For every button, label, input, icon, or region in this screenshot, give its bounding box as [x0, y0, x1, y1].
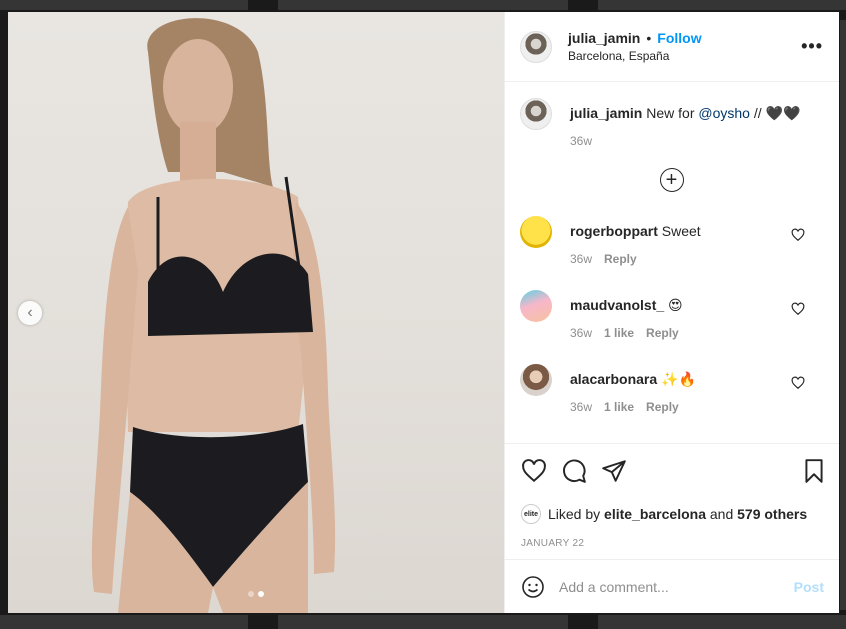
comment-text: Sweet — [661, 223, 701, 239]
share-paper-plane-icon[interactable] — [601, 458, 627, 484]
comment-age[interactable]: 36w — [570, 252, 592, 266]
comment-input[interactable] — [559, 578, 794, 595]
comment-text: ✨🔥 — [661, 371, 696, 387]
liker-avatar[interactable]: elite — [521, 504, 541, 524]
post-comment-button[interactable]: Post — [794, 579, 824, 595]
liker-username[interactable]: elite_barcelona — [604, 506, 706, 522]
author-avatar[interactable] — [520, 30, 552, 63]
comment-age[interactable]: 36w — [570, 326, 592, 340]
comment-age[interactable]: 36w — [570, 400, 592, 414]
post-sidebar: julia_jamin • Follow Barcelona, España •… — [504, 12, 839, 613]
caption-text-prefix: New for — [646, 105, 699, 121]
comment-reply-button[interactable]: Reply — [646, 400, 679, 414]
more-options-icon[interactable]: ••• — [801, 36, 823, 57]
post-date[interactable]: JANUARY 22 — [521, 538, 827, 549]
post-modal: ‹ julia_jamin • Follow Barcelona, España… — [8, 12, 839, 613]
caption-mention[interactable]: @oysho — [698, 105, 750, 121]
carousel-dot — [248, 591, 254, 597]
author-username[interactable]: julia_jamin — [568, 30, 640, 46]
like-heart-icon[interactable] — [521, 458, 547, 484]
caption: julia_jamin New for @oysho // 🖤🖤 36w — [520, 98, 823, 148]
plus-circle-icon[interactable]: + — [659, 168, 684, 192]
comment-likes-count[interactable]: 1 like — [604, 326, 634, 340]
comment-username[interactable]: rogerboppart — [570, 223, 658, 239]
comment-avatar[interactable] — [520, 290, 552, 322]
likes-summary: elite Liked by elite_barcelona and 579 o… — [521, 504, 827, 524]
likes-prefix: Liked by — [548, 506, 605, 522]
comment-item: maudvanolst_ 😍 36w 1 like Reply — [520, 290, 823, 340]
comment-reply-button[interactable]: Reply — [646, 326, 679, 340]
carousel-prev-button[interactable]: ‹ — [18, 301, 42, 325]
comment-username[interactable]: maudvanolst_ — [570, 297, 664, 313]
post-location[interactable]: Barcelona, España — [568, 49, 801, 63]
comment-like-heart-icon[interactable] — [791, 228, 805, 242]
post-header: julia_jamin • Follow Barcelona, España •… — [505, 12, 839, 82]
header-separator: • — [646, 30, 652, 46]
caption-username[interactable]: julia_jamin — [570, 105, 642, 121]
comment-reply-button[interactable]: Reply — [604, 252, 637, 266]
add-comment-bar: Post — [505, 559, 839, 613]
comment-avatar[interactable] — [520, 216, 552, 248]
likes-middle: and — [705, 506, 738, 522]
load-more-comments: + — [520, 168, 823, 192]
smiley-icon[interactable] — [521, 575, 545, 599]
comment-text: 😍 — [668, 297, 683, 313]
caption-avatar[interactable] — [520, 98, 552, 130]
model-photo — [91, 18, 336, 613]
caption-text-suffix: // 🖤🖤 — [749, 105, 801, 121]
carousel-indicator — [248, 591, 264, 597]
comment-avatar[interactable] — [520, 364, 552, 396]
likes-others-count[interactable]: 579 others — [737, 506, 807, 522]
post-image: ‹ — [8, 12, 504, 613]
carousel-dot-active — [258, 591, 264, 597]
comment-likes-count[interactable]: 1 like — [604, 400, 634, 414]
comment-bubble-icon[interactable] — [561, 458, 587, 484]
comment-like-heart-icon[interactable] — [791, 376, 805, 390]
comment-item: rogerboppart Sweet 36w Reply — [520, 216, 823, 266]
caption-age[interactable]: 36w — [570, 134, 592, 148]
save-bookmark-icon[interactable] — [801, 458, 827, 484]
comments-section: julia_jamin New for @oysho // 🖤🖤 36w + r… — [505, 82, 839, 443]
comment-item: alacarbonara ✨🔥 36w 1 like Reply — [520, 364, 823, 414]
comment-like-heart-icon[interactable] — [791, 302, 805, 316]
comment-username[interactable]: alacarbonara — [570, 371, 657, 387]
post-actions: elite Liked by elite_barcelona and 579 o… — [505, 443, 839, 559]
follow-button[interactable]: Follow — [657, 30, 701, 46]
